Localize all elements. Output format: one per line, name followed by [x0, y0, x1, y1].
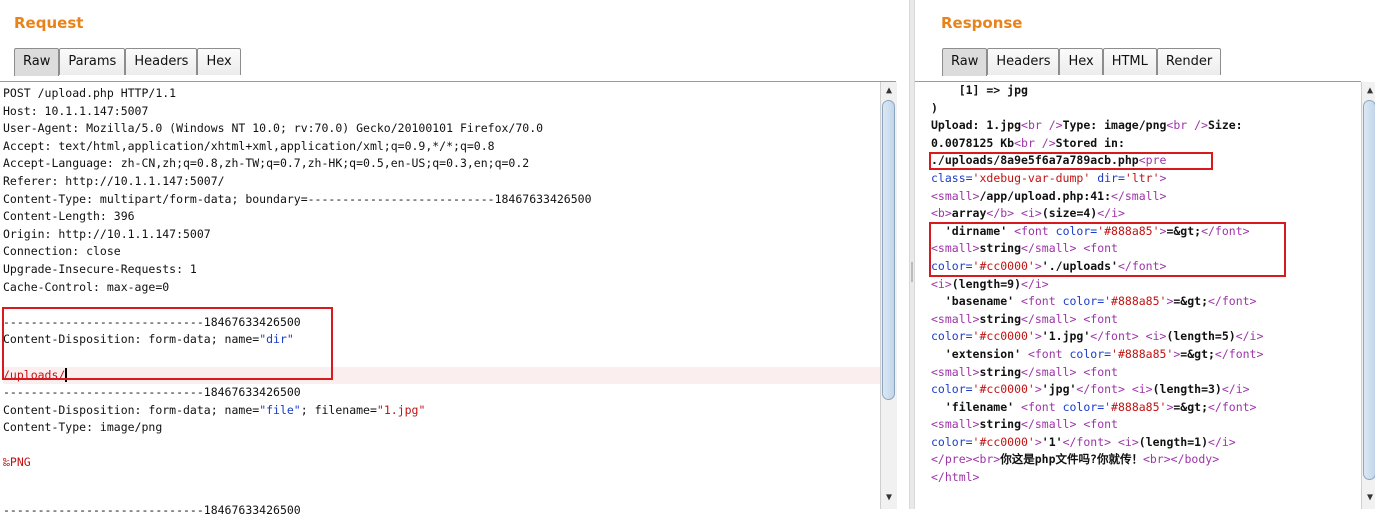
response-line: 'extension' <font color='#888a85'>=&gt;<…: [931, 346, 1264, 361]
response-scrollbar[interactable]: ▲ ▼: [1361, 82, 1375, 509]
tab-params[interactable]: Params: [59, 48, 126, 75]
tab-headers[interactable]: Headers: [987, 48, 1060, 75]
highlight-box-dir: [2, 307, 333, 380]
scroll-down-icon[interactable]: ▼: [1364, 492, 1375, 504]
response-tabs: Raw Headers Hex HTML Render: [942, 48, 1222, 76]
request-line: POST /upload.php HTTP/1.1: [3, 86, 177, 100]
tab-raw[interactable]: Raw: [942, 48, 988, 76]
response-line: 'basename' <font color='#888a85'>=&gt;</…: [931, 294, 1257, 309]
request-line: Content-Disposition: form-data; name="fi…: [3, 402, 426, 417]
request-line: Content-Length: 396: [3, 209, 135, 224]
response-line: <small>string</small> <font: [931, 417, 1118, 432]
response-line: class='xdebug-var-dump' dir='ltr'>: [931, 170, 1167, 185]
response-line: <small>string</small> <font: [931, 311, 1118, 326]
request-line: Accept: text/html,application/xhtml+xml,…: [3, 138, 495, 153]
tab-html[interactable]: HTML: [1102, 48, 1157, 75]
response-line: </pre><br>你这是php文件吗?你就传！<br></body>: [931, 452, 1220, 467]
tab-raw[interactable]: Raw: [14, 48, 60, 76]
request-line: Referer: http://10.1.1.147:5007/: [3, 173, 225, 188]
tab-hex[interactable]: Hex: [1059, 48, 1103, 75]
request-pane: Request Raw Params Headers Hex POST /upl…: [0, 0, 909, 517]
response-line: </html>: [931, 470, 980, 485]
request-line: Host: 10.1.1.147:5007: [3, 103, 149, 118]
response-line: 0.0078125 Kb<br />Stored in:: [931, 135, 1125, 150]
scroll-up-icon[interactable]: ▲: [883, 85, 895, 97]
response-editor[interactable]: [1] => jpg ) Upload: 1.jpg<br />Type: im…: [915, 81, 1361, 510]
request-line: Cache-Control: max-age=0: [3, 279, 170, 294]
request-line: User-Agent: Mozilla/5.0 (Windows NT 10.0…: [3, 121, 544, 136]
request-line: Upgrade-Insecure-Requests: 1: [3, 261, 197, 276]
scroll-down-icon[interactable]: ▼: [883, 492, 895, 504]
request-line: -----------------------------18467633426…: [3, 503, 301, 518]
response-line: <i>(length=9)</i>: [931, 276, 1049, 291]
tab-render[interactable]: Render: [1156, 48, 1222, 75]
response-line: 'filename' <font color='#888a85'>=&gt;</…: [931, 399, 1257, 414]
request-tabs: Raw Params Headers Hex: [14, 48, 241, 76]
response-line: <small>/app/upload.php:41:</small>: [931, 188, 1167, 203]
request-title: Request: [14, 14, 84, 32]
response-line: [1] => jpg: [931, 83, 1028, 97]
response-line: color='#cc0000'>'1.jpg'</font> <i>(lengt…: [931, 329, 1264, 344]
scroll-thumb[interactable]: [1363, 100, 1375, 480]
response-title: Response: [941, 14, 1023, 32]
response-line: color='#cc0000'>'1'</font> <i>(length=1)…: [931, 434, 1236, 449]
request-line: [3, 472, 896, 490]
request-editor[interactable]: POST /upload.php HTTP/1.1 Host: 10.1.1.1…: [0, 81, 896, 517]
request-line: -----------------------------18467633426…: [3, 385, 301, 400]
request-line: Accept-Language: zh-CN,zh;q=0.8,zh-TW;q=…: [3, 156, 530, 171]
highlight-box-stored-path: [929, 152, 1213, 170]
tab-hex[interactable]: Hex: [197, 48, 241, 75]
highlight-box-dirname: [929, 222, 1286, 277]
request-line: Connection: close: [3, 244, 121, 259]
response-line: <b>array</b> <i>(size=4)</i>: [931, 206, 1125, 221]
scroll-thumb[interactable]: [882, 100, 895, 400]
response-line: <small>string</small> <font: [931, 364, 1118, 379]
png-marker: ‰PNG: [3, 455, 31, 470]
scroll-up-icon[interactable]: ▲: [1364, 85, 1375, 97]
divider-grip[interactable]: [911, 262, 913, 282]
response-line: Upload: 1.jpg<br />Type: image/png<br />…: [931, 118, 1243, 133]
response-line: color='#cc0000'>'jpg'</font> <i>(length=…: [931, 382, 1250, 397]
request-line: [3, 437, 896, 455]
request-scrollbar[interactable]: ▲ ▼: [880, 82, 897, 509]
response-pane: Response Raw Headers Hex HTML Render [1]…: [915, 0, 1375, 510]
response-line: ): [931, 100, 938, 115]
request-line: Content-Type: multipart/form-data; bound…: [3, 191, 592, 206]
tab-headers[interactable]: Headers: [125, 48, 198, 75]
request-line: Content-Type: image/png: [3, 420, 163, 435]
request-line: Origin: http://10.1.1.147:5007: [3, 226, 211, 241]
